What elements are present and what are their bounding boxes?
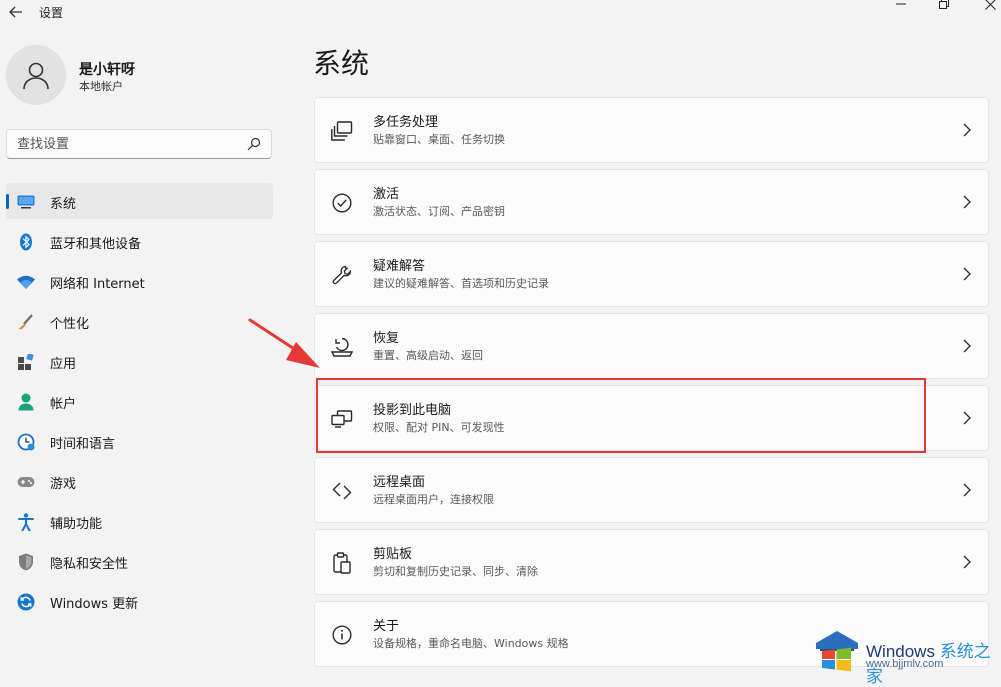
- chevron-right-icon: [963, 555, 971, 569]
- card-title: 远程桌面: [373, 475, 426, 490]
- back-button[interactable]: [6, 2, 26, 22]
- sidebar-item-label: 帐户: [50, 397, 77, 412]
- card-title: 剪贴板: [373, 547, 413, 562]
- highlight-annotation: [316, 378, 926, 453]
- clipboard-icon: [331, 552, 353, 574]
- card-title: 恢复: [373, 331, 400, 346]
- sidebar-item-label: 蓝牙和其他设备: [50, 237, 142, 252]
- sidebar-item-system[interactable]: 系统: [6, 183, 273, 219]
- sidebar-item-gaming[interactable]: 游戏: [6, 463, 273, 499]
- remote-desktop-icon: [331, 480, 353, 502]
- sidebar-item-label: 系统: [50, 197, 77, 212]
- search-input[interactable]: [17, 135, 237, 153]
- settings-card-activation[interactable]: 激活 激活状态、订阅、产品密钥: [314, 169, 989, 235]
- sidebar-item-privacy[interactable]: 隐私和安全性: [6, 543, 273, 579]
- arrow-left-icon: [9, 6, 22, 18]
- window-title: 设置: [39, 6, 64, 20]
- multitasking-icon: [331, 120, 353, 142]
- chevron-right-icon: [963, 195, 971, 209]
- close-button[interactable]: [980, 0, 1000, 12]
- sidebar-item-label: Windows 更新: [50, 597, 139, 612]
- windows-logo-icon: [816, 631, 858, 672]
- card-title: 多任务处理: [373, 115, 439, 130]
- wrench-icon: [331, 264, 353, 286]
- apps-icon: [17, 353, 35, 371]
- user-name: 是小轩呀: [79, 62, 135, 78]
- chevron-right-icon: [963, 123, 971, 137]
- minimize-icon: [896, 3, 906, 5]
- sidebar-item-label: 个性化: [50, 317, 90, 332]
- settings-card-remote-desktop[interactable]: 远程桌面 远程桌面用户，连接权限: [314, 457, 989, 523]
- chevron-right-icon: [963, 267, 971, 281]
- settings-card-multitasking[interactable]: 多任务处理 贴靠窗口、桌面、任务切换: [314, 97, 989, 163]
- avatar[interactable]: [6, 45, 66, 105]
- shield-icon: [17, 553, 35, 571]
- sidebar-item-bluetooth[interactable]: 蓝牙和其他设备: [6, 223, 273, 259]
- minimize-button[interactable]: [891, 0, 911, 12]
- sidebar-item-label: 游戏: [50, 477, 77, 492]
- wifi-icon: [17, 273, 35, 291]
- account-type: 本地帐户: [79, 80, 123, 93]
- card-subtitle: 贴靠窗口、桌面、任务切换: [373, 133, 505, 146]
- chevron-right-icon: [963, 339, 971, 353]
- person-icon: [23, 62, 49, 90]
- settings-card-troubleshoot[interactable]: 疑难解答 建议的疑难解答、首选项和历史记录: [314, 241, 989, 307]
- watermark: Windows 系统之家 www.bjjmlv.com: [808, 625, 1001, 686]
- card-subtitle: 剪切和复制历史记录、同步、清除: [373, 565, 538, 578]
- sidebar-item-label: 隐私和安全性: [50, 557, 129, 572]
- settings-card-clipboard[interactable]: 剪贴板 剪切和复制历史记录、同步、清除: [314, 529, 989, 595]
- sidebar-item-personalization[interactable]: 个性化: [6, 303, 273, 339]
- sidebar-item-label: 辅助功能: [50, 517, 103, 532]
- accessibility-icon: [17, 513, 35, 531]
- card-subtitle: 建议的疑难解答、首选项和历史记录: [373, 277, 549, 290]
- info-icon: [331, 624, 353, 646]
- chevron-right-icon: [963, 411, 971, 425]
- clock-globe-icon: [17, 433, 35, 451]
- sidebar-item-label: 应用: [50, 357, 77, 372]
- search-icon[interactable]: [247, 137, 261, 151]
- watermark-url: www.bjjmlv.com: [866, 658, 944, 670]
- card-subtitle: 激活状态、订阅、产品密钥: [373, 205, 505, 218]
- card-subtitle: 远程桌面用户，连接权限: [373, 493, 494, 506]
- chevron-right-icon: [963, 483, 971, 497]
- check-circle-icon: [331, 192, 353, 214]
- monitor-icon: [17, 193, 35, 211]
- search-box[interactable]: [6, 129, 272, 159]
- pointer-arrow-icon: [248, 318, 320, 368]
- update-icon: [17, 593, 35, 611]
- card-subtitle: 重置、高级启动、返回: [373, 349, 483, 362]
- bluetooth-icon: [17, 233, 35, 251]
- brush-icon: [17, 313, 35, 331]
- page-title: 系统: [313, 47, 370, 80]
- selection-indicator: [6, 194, 9, 209]
- sidebar-item-label: 时间和语言: [50, 437, 116, 452]
- sidebar-item-apps[interactable]: 应用: [6, 343, 273, 379]
- maximize-icon: [939, 0, 949, 9]
- sidebar-item-windows-update[interactable]: Windows 更新: [6, 583, 273, 619]
- sidebar-item-time-language[interactable]: 时间和语言: [6, 423, 273, 459]
- sidebar-item-accounts[interactable]: 帐户: [6, 383, 273, 419]
- sidebar-item-accessibility[interactable]: 辅助功能: [6, 503, 273, 539]
- settings-card-recovery[interactable]: 恢复 重置、高级启动、返回: [314, 313, 989, 379]
- maximize-button[interactable]: [934, 0, 954, 12]
- gamepad-icon: [17, 473, 35, 491]
- title-bar: 设置: [0, 0, 1001, 26]
- sidebar-item-label: 网络和 Internet: [50, 277, 145, 292]
- close-icon: [984, 0, 996, 10]
- card-title: 激活: [373, 187, 400, 202]
- card-title: 疑难解答: [373, 259, 426, 274]
- recovery-icon: [331, 336, 353, 358]
- sidebar-item-network[interactable]: 网络和 Internet: [6, 263, 273, 299]
- card-subtitle: 设备规格，重命名电脑、Windows 规格: [373, 637, 569, 650]
- account-icon: [17, 393, 35, 411]
- card-title: 关于: [373, 619, 400, 634]
